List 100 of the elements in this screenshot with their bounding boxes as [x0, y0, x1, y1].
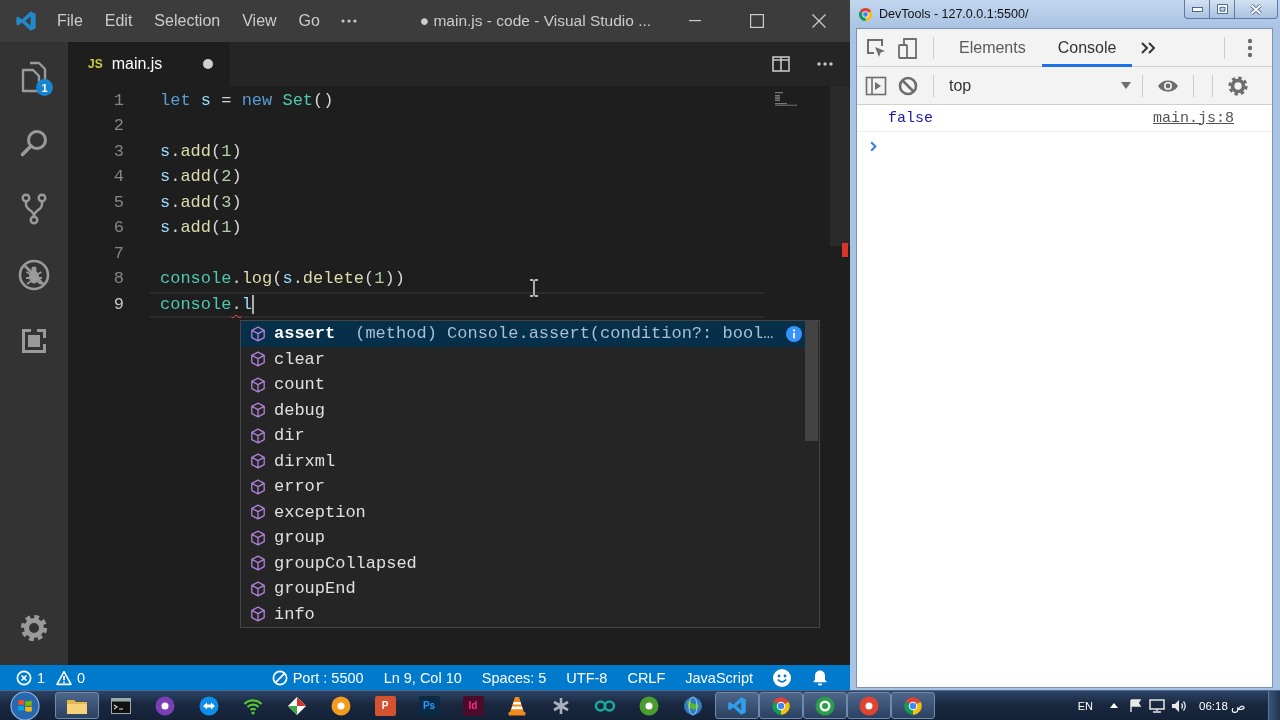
suggestion-item[interactable]: dir: [241, 423, 805, 449]
menu-item[interactable]: Go: [287, 8, 331, 34]
status-item[interactable]: Spaces: 5: [471, 665, 557, 690]
status-item[interactable]: Ln 9, Col 10: [373, 665, 472, 690]
window-title: ● main.js - code - Visual Studio ...: [419, 12, 652, 30]
code-line: console.l: [160, 294, 252, 315]
start-orb-icon: [10, 690, 40, 720]
settings-icon: [1227, 74, 1249, 97]
line-number: 9: [113, 294, 124, 315]
notification-badge: 1: [36, 79, 53, 96]
suggestion-item[interactable]: error: [241, 474, 805, 500]
maximize-button[interactable]: [1209, 0, 1235, 19]
taskbar-button[interactable]: [891, 692, 935, 719]
suggestion-item[interactable]: groupCollapsed: [241, 550, 805, 576]
more-icon: [340, 19, 357, 23]
smiley-icon: [773, 668, 791, 687]
console-output: false: [888, 109, 933, 127]
line-number: 4: [113, 167, 124, 188]
arrows-icon: [199, 695, 219, 716]
line-number: 1: [113, 90, 124, 111]
suggestion-item[interactable]: groupEnd: [241, 576, 805, 602]
more-icon: [1247, 37, 1253, 58]
text-caret: [251, 295, 254, 315]
code-line: console.log(s.delete(1)): [160, 269, 405, 290]
menu-item[interactable]: File: [46, 8, 94, 34]
line-number: 3: [113, 141, 124, 162]
i-beam-cursor-icon: [529, 279, 539, 297]
traffic-cone-icon: [508, 695, 526, 716]
taskbar-button[interactable]: [847, 692, 891, 719]
show-desktop-button[interactable]: [1268, 691, 1280, 720]
clear-icon: [898, 75, 918, 96]
app-icon: [287, 695, 307, 716]
suggestion-item[interactable]: group: [241, 525, 805, 551]
code-line: s.add(3): [160, 192, 242, 213]
close-button[interactable]: [1234, 0, 1278, 19]
code-line: s.add(2): [160, 167, 242, 188]
menu-item[interactable]: View: [231, 8, 288, 34]
suggestion-detail: (method) Console.assert(condition?: bool…: [355, 324, 774, 344]
status-item[interactable]: JavaScript: [675, 665, 763, 690]
suggestion-item[interactable]: clear: [241, 346, 805, 372]
source-link[interactable]: main.js:8: [1153, 109, 1234, 127]
activity-bar-item[interactable]: 1: [0, 44, 68, 110]
network-icon[interactable]: [1149, 698, 1165, 713]
cube-icon: [250, 427, 266, 444]
taskbar-button[interactable]: [803, 692, 847, 719]
cube-icon: [250, 351, 266, 368]
browser-icon: [858, 6, 873, 22]
minimize-button[interactable]: [1184, 0, 1210, 19]
settings-icon: [19, 613, 49, 643]
up-triangle-icon: [1110, 703, 1118, 708]
scrollbar-thumb[interactable]: [830, 86, 850, 246]
scrollbar-thumb[interactable]: [805, 321, 818, 441]
taskbar-button[interactable]: Id: [462, 695, 484, 716]
flag-icon[interactable]: [1129, 698, 1143, 713]
infinity-icon: [594, 698, 616, 713]
minimap-drawing: [775, 92, 797, 106]
speaker-icon[interactable]: [1171, 698, 1187, 713]
taskbar-button[interactable]: [55, 692, 99, 719]
bug-icon: [18, 259, 50, 291]
globe-icon: [683, 695, 703, 716]
taskbar-button[interactable]: [759, 692, 803, 719]
suggestion-item[interactable]: debug: [241, 397, 805, 423]
problems-button[interactable]: 1 0: [6, 665, 96, 690]
cube-icon: [250, 478, 266, 495]
clock[interactable]: 06:18 ص: [1199, 698, 1246, 713]
suggestion-item[interactable]: dirxml: [241, 448, 805, 474]
status-item[interactable]: UTF-8: [556, 665, 618, 690]
taskbar-button[interactable]: Ps: [418, 695, 440, 716]
maximize-icon: [750, 14, 764, 28]
device-icon: [897, 36, 919, 59]
info-icon[interactable]: [786, 325, 802, 342]
error-marker: [842, 243, 848, 257]
close-icon: [812, 14, 826, 28]
suggestion-item[interactable]: exception: [241, 499, 805, 525]
panel-tab[interactable]: Elements: [943, 28, 1042, 67]
code-line: let s = new Set(): [160, 90, 334, 111]
wifi-icon: [243, 696, 263, 715]
editor-tab[interactable]: JS main.js: [68, 42, 230, 86]
status-item[interactable]: CRLF: [617, 665, 676, 690]
search-icon: [19, 128, 49, 158]
eye-icon: [1157, 77, 1179, 94]
cube-icon: [250, 555, 266, 572]
taskbar-button[interactable]: P: [374, 695, 396, 716]
menu-item[interactable]: Edit: [93, 8, 144, 34]
status-item[interactable]: Port : 5500: [261, 665, 374, 690]
suggestion-item[interactable]: info: [241, 601, 805, 627]
suggestion-item[interactable]: count: [241, 372, 805, 398]
menu-item[interactable]: Selection: [143, 8, 232, 34]
line-number: 5: [113, 192, 124, 213]
line-number: 2: [113, 116, 124, 137]
cube-icon: [250, 606, 266, 623]
branch-icon: [19, 193, 49, 225]
suggestion-item[interactable]: assert (method) Console.assert(condition?: bool…: [241, 321, 805, 347]
language-indicator[interactable]: EN: [1077, 699, 1093, 712]
cube-icon: [250, 325, 266, 342]
caret-icon: [1121, 82, 1131, 89]
terminal-icon: [111, 697, 131, 714]
line-number: 6: [113, 218, 124, 239]
cube-icon: [250, 580, 266, 597]
asterisk-icon: [551, 695, 571, 716]
